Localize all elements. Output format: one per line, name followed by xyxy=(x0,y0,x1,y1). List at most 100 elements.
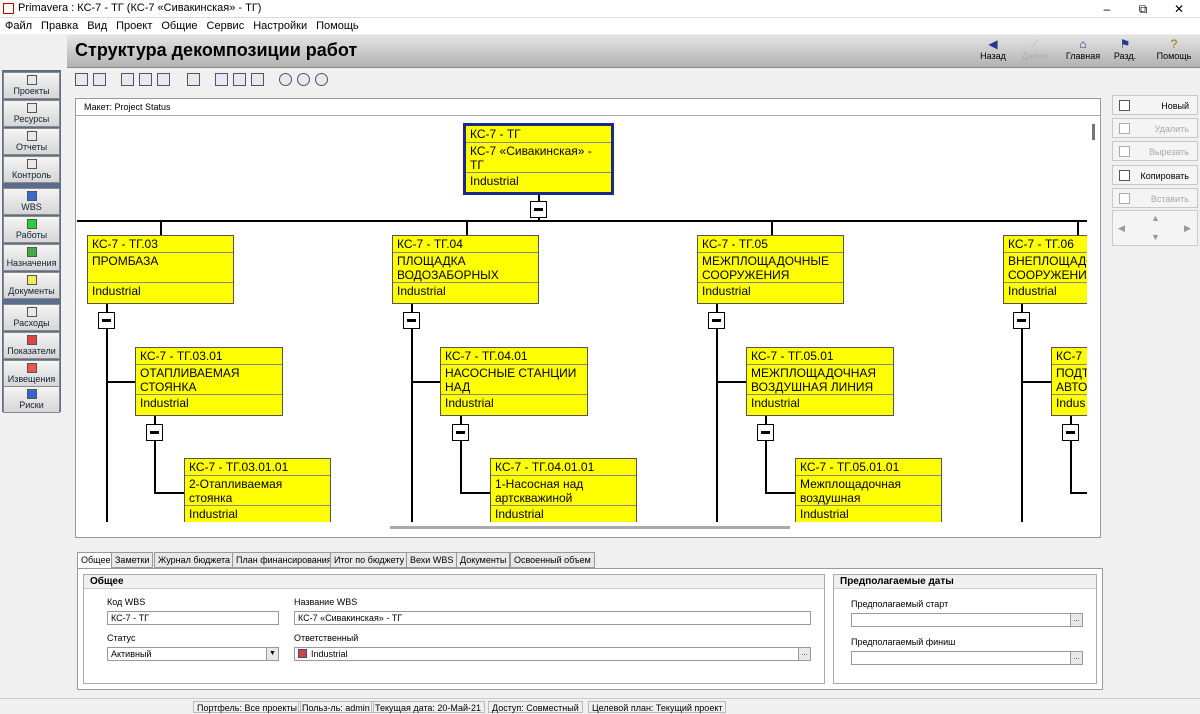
wbs-tree-icon[interactable] xyxy=(121,73,134,86)
tab-general[interactable]: Общее xyxy=(77,552,115,568)
sections-button[interactable]: ⚑ Разд. xyxy=(1113,38,1137,62)
wbs-code-field[interactable]: КС-7 - ТГ xyxy=(107,611,279,625)
tab-documents[interactable]: Документы xyxy=(456,552,511,568)
date-picker-button[interactable]: … xyxy=(1070,652,1082,664)
menu-enterprise[interactable]: Общие xyxy=(161,18,197,34)
collapse-toggle[interactable] xyxy=(530,201,547,218)
menu-file[interactable]: Файл xyxy=(5,18,32,34)
nav-tracking[interactable]: Контроль xyxy=(3,156,60,183)
layout-icon[interactable] xyxy=(215,73,228,86)
tab-wbs-milestones[interactable]: Вехи WBS xyxy=(406,552,458,568)
nav-resources[interactable]: Ресурсы xyxy=(3,100,60,127)
status-select[interactable]: Активный ▼ xyxy=(107,647,279,661)
tab-notes[interactable]: Заметки xyxy=(111,552,154,568)
wbs-node[interactable]: КС-7 - ТГ.06ВНЕПЛОЩАДОЧНЫЕ СООРУЖЕНИЯInd… xyxy=(1003,235,1087,304)
wbs-node[interactable]: КС-7 - ТГ.04.01.01 1-Насосная над артсква… xyxy=(490,458,637,522)
resources-icon xyxy=(26,103,37,113)
menu-bar: Файл Правка Вид Проект Общие Сервис Настройки П… xyxy=(0,18,1200,34)
tab-earned-value[interactable]: Освоенный объем xyxy=(510,552,595,568)
obs-icon xyxy=(298,649,307,658)
wbs-name-field[interactable]: КС-7 «Сивакинская» - ТГ xyxy=(294,611,811,625)
vertical-scrollbar[interactable] xyxy=(1092,124,1095,140)
forward-button[interactable]: ⟋ Далее xyxy=(1019,38,1051,62)
nav-documents[interactable]: Документы xyxy=(3,272,60,299)
responsible-field[interactable]: Industrial… xyxy=(294,647,811,661)
nav-assignments[interactable]: Назначения xyxy=(3,244,60,271)
menu-edit[interactable]: Правка xyxy=(41,18,78,34)
page-header: Структура декомпозиции работ ◀ Назад ⟋ Дал… xyxy=(67,35,1200,68)
collapse-toggle[interactable] xyxy=(708,312,725,329)
horizontal-scrollbar[interactable] xyxy=(390,526,790,529)
paste-button[interactable]: Вставить xyxy=(1112,188,1198,208)
chevron-down-icon[interactable]: ▼ xyxy=(266,648,278,660)
grid-icon[interactable] xyxy=(251,73,264,86)
back-button[interactable]: ◀ Назад xyxy=(979,38,1007,62)
tab-funding[interactable]: План финансирования xyxy=(232,552,336,568)
cut-button[interactable]: Вырезать xyxy=(1112,141,1198,161)
nav-notices[interactable]: Извещения xyxy=(3,360,60,387)
delete-button[interactable]: Удалить xyxy=(1112,118,1198,138)
tab-budget-log[interactable]: Журнал бюджета xyxy=(154,552,235,568)
connector-line xyxy=(106,304,108,522)
tab-budget-summary[interactable]: Итог по бюджету xyxy=(330,552,409,568)
print-preview-icon[interactable] xyxy=(93,73,106,86)
wbs-node[interactable]: КС-7 ПОДТ АВТО Indus xyxy=(1051,347,1087,416)
anticipated-finish-field[interactable]: … xyxy=(851,651,1083,665)
collapse-toggle[interactable] xyxy=(1013,312,1030,329)
table-view-icon[interactable] xyxy=(233,73,246,86)
zoom-in-icon[interactable] xyxy=(279,73,292,86)
collapse-toggle[interactable] xyxy=(757,424,774,441)
nav-risks[interactable]: Риски xyxy=(3,386,60,413)
print-icon[interactable] xyxy=(75,73,88,86)
menu-project[interactable]: Проект xyxy=(116,18,152,34)
wbs-node[interactable]: КС-7 - ТГ.03.01.01 2-Отапливаемая стоянка… xyxy=(184,458,331,522)
arrow-left-icon[interactable]: ◀ xyxy=(1118,223,1125,234)
nav-indicators[interactable]: Показатели xyxy=(3,332,60,359)
org-chart-icon[interactable] xyxy=(187,73,200,86)
anticipated-start-field[interactable]: … xyxy=(851,613,1083,627)
close-button[interactable]: ✕ xyxy=(1162,0,1196,18)
collapse-toggle[interactable] xyxy=(1062,424,1079,441)
wbs-node[interactable]: КС-7 - ТГ.03.01 ОТАПЛИВАЕМАЯ СТОЯНКА Indus… xyxy=(135,347,283,416)
browse-button[interactable]: … xyxy=(798,648,810,660)
layout-label[interactable]: Макет: Project Status xyxy=(84,102,171,112)
menu-admin[interactable]: Настройки xyxy=(253,18,307,34)
arrow-down-icon[interactable]: ▼ xyxy=(1151,232,1160,242)
zoom-out-icon[interactable] xyxy=(297,73,310,86)
home-button[interactable]: ⌂ Главная xyxy=(1064,38,1102,62)
nav-expenses[interactable]: Расходы xyxy=(3,304,60,331)
copy-button[interactable]: Копировать xyxy=(1112,165,1198,185)
minimize-button[interactable]: – xyxy=(1090,0,1124,18)
arrow-up-icon[interactable]: ▲ xyxy=(1151,213,1160,223)
nav-reports[interactable]: Отчеты xyxy=(3,128,60,155)
wbs-node-root[interactable]: КС-7 - ТГ КС-7 «Сивакинская» - ТГ Indust… xyxy=(463,123,614,195)
arrow-right-icon[interactable]: ▶ xyxy=(1184,223,1191,234)
new-button[interactable]: Новый xyxy=(1112,95,1198,115)
collapse-toggle[interactable] xyxy=(98,312,115,329)
menu-tools[interactable]: Сервис xyxy=(207,18,245,34)
help-button[interactable]: ? Помощь xyxy=(1156,38,1192,62)
maximize-button[interactable]: ⧉ xyxy=(1126,0,1160,18)
projects-icon xyxy=(26,75,37,85)
collapse-toggle[interactable] xyxy=(146,424,163,441)
zoom-fit-icon[interactable] xyxy=(315,73,328,86)
collapse-toggle[interactable] xyxy=(452,424,469,441)
chart-view-icon[interactable] xyxy=(157,73,170,86)
wbs-node[interactable]: КС-7 - ТГ.04 ПЛОЩАДКА ВОДОЗАБОРНЫХ Industr… xyxy=(392,235,539,304)
nav-wbs[interactable]: WBS xyxy=(3,188,60,215)
wbs-node[interactable]: КС-7 - ТГ.05.01.01 Межплощадочная воздушн… xyxy=(795,458,942,522)
wbs-node[interactable]: КС-7 - ТГ.05.01 МЕЖПЛОЩАДОЧНАЯ ВОЗДУШНАЯ … xyxy=(746,347,894,416)
collapse-toggle[interactable] xyxy=(403,312,420,329)
nav-projects[interactable]: Проекты xyxy=(3,72,60,99)
connector-line xyxy=(154,492,185,494)
menu-help[interactable]: Помощь xyxy=(316,18,359,34)
risks-icon xyxy=(26,389,37,399)
wbs-node[interactable]: КС-7 - ТГ.04.01 НАСОСНЫЕ СТАНЦИИ НАД Indus… xyxy=(440,347,588,416)
wbs-node[interactable]: КС-7 - ТГ.03 ПРОМБАЗА Industrial xyxy=(87,235,234,304)
date-picker-button[interactable]: … xyxy=(1070,614,1082,626)
nav-activities[interactable]: Работы xyxy=(3,216,60,243)
menu-view[interactable]: Вид xyxy=(87,18,107,34)
wbs-node[interactable]: КС-7 - ТГ.05 МЕЖПЛОЩАДОЧНЫЕ СООРУЖЕНИЯ Ind… xyxy=(697,235,844,304)
paste-icon xyxy=(1119,193,1130,204)
columns-icon[interactable] xyxy=(139,73,152,86)
